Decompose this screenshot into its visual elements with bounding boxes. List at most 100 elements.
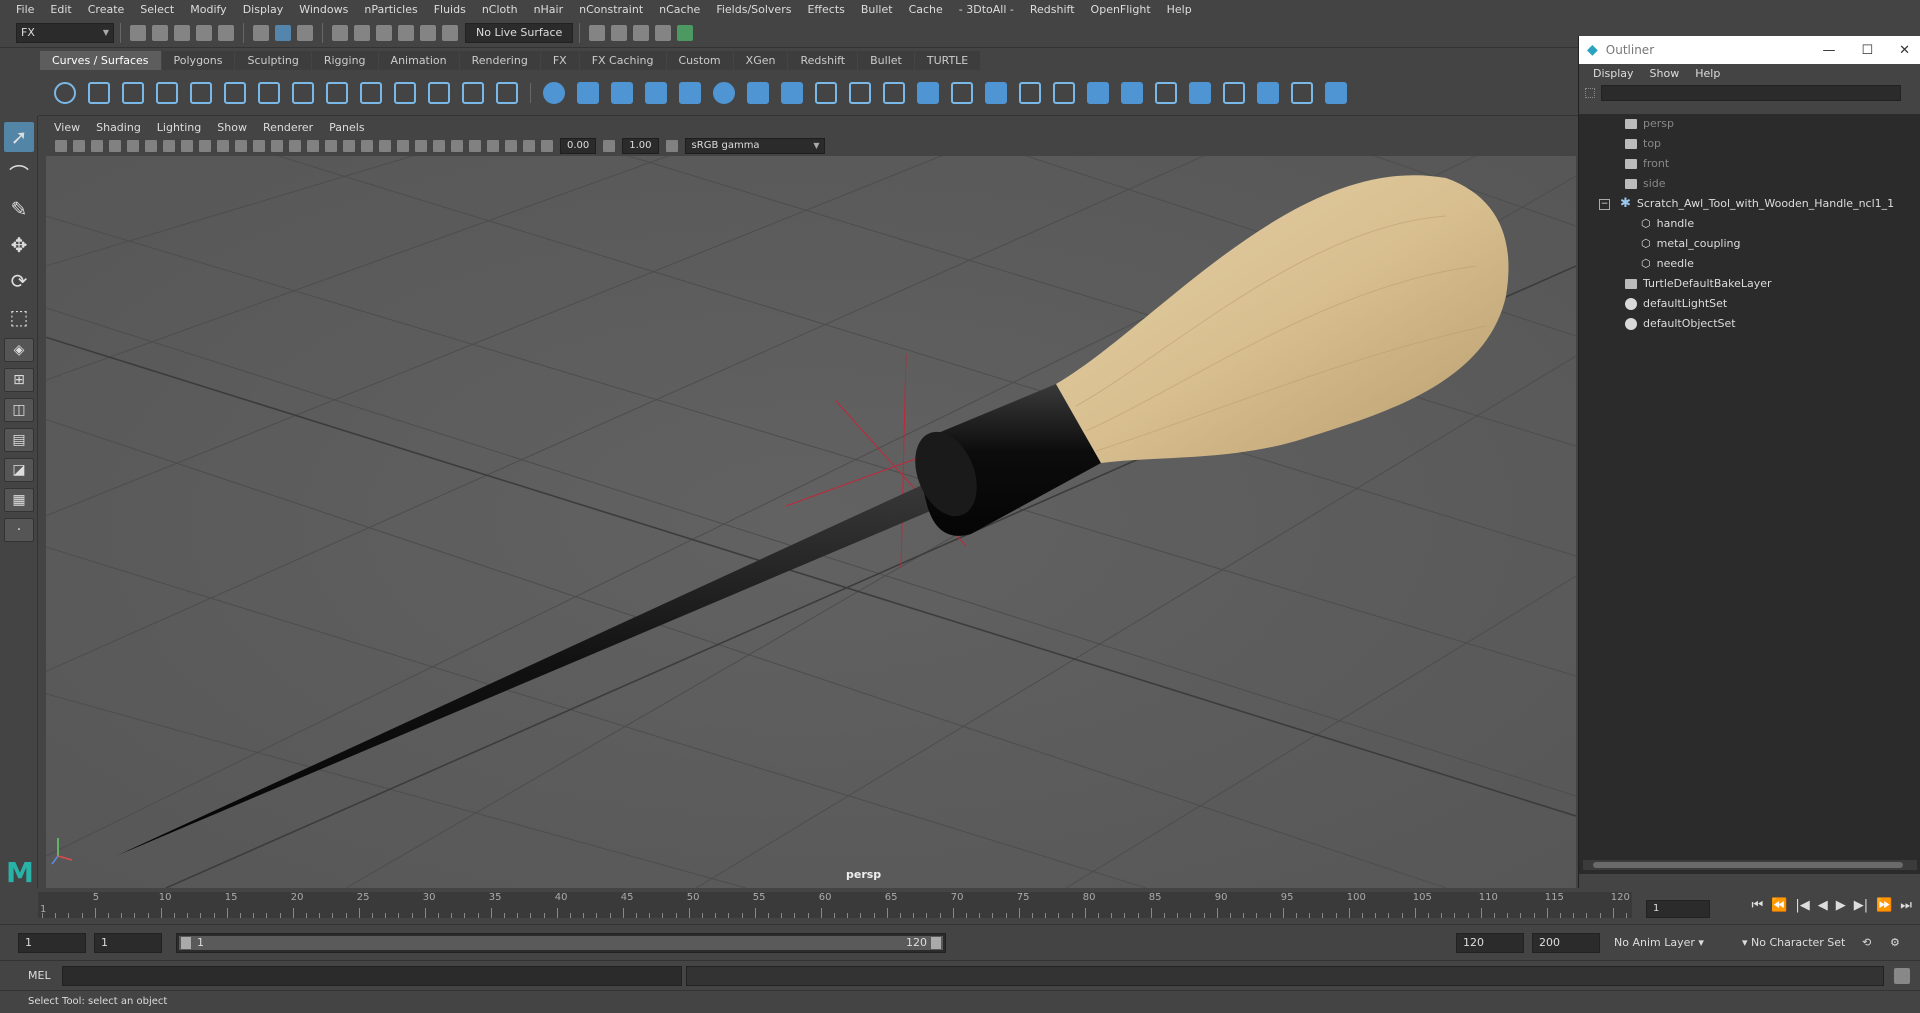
animation-start-field[interactable]: 1 [18,933,86,953]
curve-detach-icon[interactable] [323,79,351,107]
minimize-icon[interactable]: — [1822,43,1835,58]
smooth-shade-icon[interactable] [307,140,319,152]
menu-set-selector[interactable]: FX ▼ [16,22,114,43]
live-surface-field[interactable]: No Live Surface [465,22,574,43]
shelf-tab-rigging[interactable]: Rigging [311,51,378,70]
snap-curve-icon[interactable] [354,24,370,41]
scale-tool-icon[interactable]: ⬚ [4,302,34,332]
nurbs-cylinder-icon[interactable] [608,79,636,107]
graph-layout-icon[interactable]: ◪ [4,458,34,482]
boundary-icon[interactable] [948,79,976,107]
render-view-icon[interactable] [655,24,672,41]
shelf-tab-polygons[interactable]: Polygons [161,51,235,70]
render-settings-icon[interactable] [589,24,606,41]
2d-pan-zoom-icon[interactable] [127,140,139,152]
shelf-tab-redshift[interactable]: Redshift [788,51,858,70]
go-to-end-icon[interactable]: ⏭ [1900,898,1912,913]
time-ruler[interactable]: 1 5 10 15 20 25 30 35 40 45 50 55 60 65 70 75 80 85 90 95 10… [38,892,1632,918]
project-curve-icon[interactable] [1016,79,1044,107]
bookmark-icon[interactable] [91,140,103,152]
close-icon[interactable]: ✕ [1899,43,1910,58]
command-language-label[interactable]: MEL [28,969,51,982]
shelf-tab-turtle[interactable]: TURTLE [914,51,981,70]
magnet-icon[interactable] [442,24,458,41]
hypershade-icon[interactable] [677,24,694,41]
script-editor-icon[interactable] [1894,968,1910,984]
more-layouts-icon[interactable]: · [4,518,34,542]
outliner-item-handle[interactable]: ⬡ handle [1641,214,1694,234]
grease-pencil-icon[interactable] [145,140,157,152]
select-component-icon[interactable] [297,24,313,41]
menu-3dtoall[interactable]: - 3DtoAll - [951,3,1022,16]
nurbs-cone-icon[interactable] [642,79,670,107]
curve-extend-icon[interactable] [459,79,487,107]
anim-layer-dropdown[interactable]: No Anim Layer ▾ [1614,933,1704,953]
depth-of-field-icon[interactable] [469,140,481,152]
isolate-select-icon[interactable] [487,140,499,152]
birail-icon[interactable] [880,79,908,107]
playback-start-field[interactable]: 1 [94,933,162,953]
character-set-dropdown[interactable]: ▾ No Character Set [1742,933,1845,953]
outliner-item-bake-layer[interactable]: TurtleDefaultBakeLayer [1625,274,1772,294]
nurbs-square-icon[interactable] [85,79,113,107]
step-forward-key-icon[interactable]: ⏩ [1876,898,1892,913]
menu-ncloth[interactable]: nCloth [474,3,526,16]
render-frame-icon[interactable] [611,24,628,41]
maximize-icon[interactable]: ☐ [1861,43,1873,58]
use-all-lights-icon[interactable] [379,140,391,152]
viewport-menu-shading[interactable]: Shading [88,121,149,134]
shelf-tab-rendering[interactable]: Rendering [459,51,540,70]
menu-select[interactable]: Select [132,3,182,16]
field-chart-icon[interactable] [235,140,247,152]
single-view-layout-icon[interactable]: ◈ [4,338,34,362]
anti-aliasing-icon[interactable] [451,140,463,152]
outliner-item-front[interactable]: front [1625,154,1669,174]
ep-curve-icon[interactable] [119,79,147,107]
playback-end-field[interactable]: 120 [1456,933,1524,953]
surface-edit-icon[interactable] [1322,79,1350,107]
gate-mask-icon[interactable] [217,140,229,152]
surface-detach-icon[interactable] [1152,79,1180,107]
outliner-item-group[interactable]: − ✱ Scratch_Awl_Tool_with_Wooden_Handle_nc… [1599,194,1894,214]
shelf-tab-xgen[interactable]: XGen [733,51,788,70]
menu-effects[interactable]: Effects [799,3,852,16]
rebuild-surface-icon[interactable] [1254,79,1282,107]
menu-openflight[interactable]: OpenFlight [1083,3,1159,16]
revolve-icon[interactable] [744,79,772,107]
menu-ncache[interactable]: nCache [651,3,708,16]
outliner-item-top[interactable]: top [1625,134,1661,154]
sculpt-geometry-icon[interactable] [1288,79,1316,107]
screen-space-ao-icon[interactable] [415,140,427,152]
rotate-tool-icon[interactable]: ⟳ [4,266,34,296]
xray-icon[interactable] [505,140,517,152]
wireframe-on-shaded-icon[interactable] [343,140,355,152]
color-management-icon[interactable] [665,140,678,152]
snap-grid-icon[interactable] [332,24,348,41]
viewport-menu-lighting[interactable]: Lighting [149,121,209,134]
menu-edit[interactable]: Edit [42,3,79,16]
menu-redshift[interactable]: Redshift [1022,3,1083,16]
nurbs-cube-icon[interactable] [574,79,602,107]
resolution-gate-icon[interactable] [199,140,211,152]
menu-nhair[interactable]: nHair [526,3,572,16]
untrim-icon[interactable] [1084,79,1112,107]
outliner-search-input[interactable] [1601,85,1901,101]
shelf-tab-sculpting[interactable]: Sculpting [235,51,311,70]
shelf-tab-animation[interactable]: Animation [378,51,459,70]
bevel-plus-icon[interactable] [914,79,942,107]
ipr-render-icon[interactable] [633,24,650,41]
image-plane-icon[interactable] [109,140,121,152]
redo-icon[interactable] [218,24,234,41]
move-tool-icon[interactable]: ✥ [4,230,34,260]
outliner-item-persp[interactable]: persp [1625,114,1674,134]
viewport-menu-show[interactable]: Show [209,121,255,134]
animation-end-field[interactable]: 200 [1532,933,1600,953]
nurbs-plane-icon[interactable] [676,79,704,107]
shelf-tab-fx[interactable]: FX [540,51,579,70]
safe-title-icon[interactable] [271,140,283,152]
nurbs-circle-icon[interactable] [51,79,79,107]
select-object-icon[interactable] [275,24,291,41]
play-backward-icon[interactable]: ◀ [1818,898,1828,913]
select-tool-icon[interactable]: ➚ [4,122,34,152]
viewport-menu-panels[interactable]: Panels [321,121,372,134]
